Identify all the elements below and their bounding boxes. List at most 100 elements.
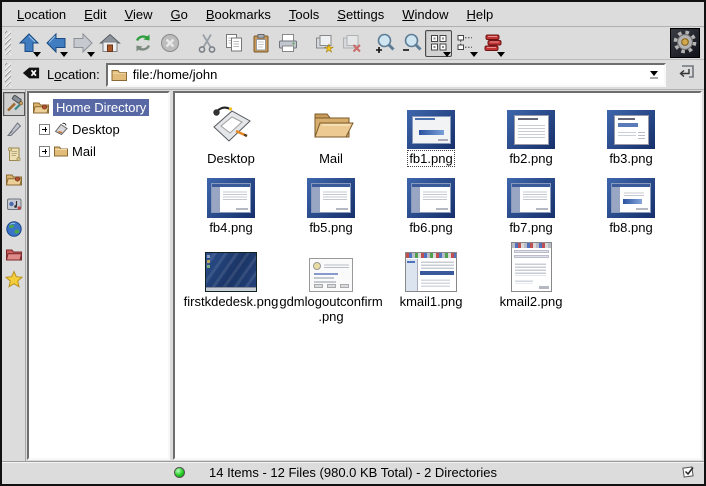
stop-button[interactable] xyxy=(156,30,183,57)
file-icon-shot-wizard xyxy=(207,166,255,218)
menu-go[interactable]: Go xyxy=(162,4,197,25)
pen-icon xyxy=(5,120,23,138)
home-folder-icon xyxy=(5,170,23,188)
file-item[interactable]: fb6.png xyxy=(381,166,481,235)
file-item[interactable]: kmail2.png xyxy=(481,240,581,324)
menu-tools[interactable]: Tools xyxy=(280,4,328,25)
go-button[interactable] xyxy=(674,63,698,87)
file-grid-row: fb4.png fb5.png fb6.pngfb7.pngfb8.png xyxy=(175,166,700,235)
stop-icon xyxy=(159,32,181,54)
forward-button[interactable] xyxy=(69,30,96,57)
file-label: fb1.png xyxy=(408,151,453,166)
clear-location-button[interactable] xyxy=(19,64,43,86)
konqueror-app-button[interactable] xyxy=(670,28,700,58)
location-toolbar-grip[interactable] xyxy=(5,63,11,87)
file-label: Mail xyxy=(319,151,343,166)
print-icon xyxy=(277,32,299,54)
red-folder-icon xyxy=(5,245,23,263)
cut-icon xyxy=(196,32,218,54)
services-icon xyxy=(5,195,23,213)
cut-button[interactable] xyxy=(193,30,220,57)
reload-button[interactable] xyxy=(129,30,156,57)
print-button[interactable] xyxy=(274,30,301,57)
tree-item[interactable]: Desktop xyxy=(29,118,168,140)
detail-view-button[interactable] xyxy=(479,30,506,57)
file-item[interactable]: kmail1.png xyxy=(381,240,481,324)
tree-expander[interactable] xyxy=(39,146,50,157)
copy-button[interactable] xyxy=(220,30,247,57)
file-icon-shot-kmail1 xyxy=(405,240,457,292)
file-label: fb5.png xyxy=(309,220,352,235)
toolbar-grip[interactable] xyxy=(5,31,11,55)
sidebar-tree-panel: Home Directory DesktopMail xyxy=(27,91,170,460)
file-icon-shot-page2 xyxy=(607,97,655,149)
sidebar-tab-star[interactable] xyxy=(3,267,25,291)
back-button[interactable] xyxy=(42,30,69,57)
location-dropdown-button[interactable] xyxy=(646,71,662,79)
file-item[interactable]: fb3.png xyxy=(581,97,681,166)
sidebar-tab-services[interactable] xyxy=(3,192,25,216)
menu-bookmarks[interactable]: Bookmarks xyxy=(197,4,280,25)
file-label: kmail1.png xyxy=(400,294,463,309)
file-item[interactable]: fb8.png xyxy=(581,166,681,235)
file-icon-shot-kmail2 xyxy=(511,240,552,292)
file-icon-shot-wizard xyxy=(507,166,555,218)
home-folder-icon xyxy=(32,98,50,116)
file-grid-row: firstkdedesk.pnggdmlogoutconfirm.png kmai… xyxy=(175,240,700,324)
file-icon-shot-dialog xyxy=(309,240,353,292)
tree-view-button[interactable] xyxy=(452,30,479,57)
zoom-in-icon xyxy=(374,32,396,54)
file-item[interactable]: Mail xyxy=(281,97,381,166)
tree-expander[interactable] xyxy=(39,124,50,135)
file-item[interactable]: fb7.png xyxy=(481,166,581,235)
go-enter-icon xyxy=(676,63,696,86)
menu-window[interactable]: Window xyxy=(393,4,457,25)
location-toolbar: Location: xyxy=(2,60,704,90)
file-item[interactable]: fb1.png xyxy=(381,97,481,166)
file-item[interactable]: fb5.png xyxy=(281,166,381,235)
sidebar-tab-tools[interactable] xyxy=(3,92,25,116)
file-item[interactable]: gdmlogoutconfirm.png xyxy=(281,240,381,324)
location-input[interactable] xyxy=(130,67,646,82)
chevron-down-icon xyxy=(60,52,68,57)
statusbar-toggle-button[interactable] xyxy=(680,465,696,481)
menu-location[interactable]: Location xyxy=(8,4,75,25)
icon-view-button[interactable] xyxy=(425,30,452,57)
file-item[interactable]: firstkdedesk.png xyxy=(181,240,281,324)
reload-icon xyxy=(132,32,154,54)
file-icon-shot-wizard xyxy=(407,166,455,218)
file-icon-shot-wizard xyxy=(307,166,355,218)
chevron-down-icon xyxy=(87,52,95,57)
file-item[interactable]: fb4.png xyxy=(181,166,281,235)
tree-item[interactable]: Mail xyxy=(29,140,168,162)
sidebar-tab-red-folder[interactable] xyxy=(3,242,25,266)
paste-icon xyxy=(250,32,272,54)
status-led-icon xyxy=(174,467,185,478)
file-item[interactable]: fb2.png xyxy=(481,97,581,166)
sidebar-tab-pen[interactable] xyxy=(3,117,25,141)
tree-item-label: Home Directory xyxy=(53,99,149,116)
zoom-out-button[interactable] xyxy=(398,30,425,57)
svg-text:★: ★ xyxy=(324,43,334,54)
menu-help[interactable]: Help xyxy=(458,4,503,25)
up-arrow-button[interactable] xyxy=(15,30,42,57)
new-window-button[interactable]: ★ xyxy=(311,30,338,57)
menu-settings[interactable]: Settings xyxy=(328,4,393,25)
zoom-in-button[interactable] xyxy=(371,30,398,57)
close-window-button[interactable] xyxy=(338,30,365,57)
menu-view[interactable]: View xyxy=(116,4,162,25)
sidebar-tab-history-scroll[interactable] xyxy=(3,142,25,166)
sidebar-tab-home-folder[interactable] xyxy=(3,167,25,191)
folder-icon xyxy=(110,66,128,84)
tree-item[interactable]: Home Directory xyxy=(29,96,168,118)
location-combobox xyxy=(106,63,666,87)
gear-icon xyxy=(672,29,698,58)
chevron-down-icon xyxy=(443,52,451,57)
paste-button[interactable] xyxy=(247,30,274,57)
menu-edit[interactable]: Edit xyxy=(75,4,115,25)
home-button[interactable] xyxy=(96,30,123,57)
sidebar-tab-globe[interactable] xyxy=(3,217,25,241)
file-icon-shot-desktop xyxy=(205,240,257,292)
file-view: DesktopMailfb1.pngfb2.pngfb3.pngfb4.pngf… xyxy=(173,91,702,460)
file-item[interactable]: Desktop xyxy=(181,97,281,166)
